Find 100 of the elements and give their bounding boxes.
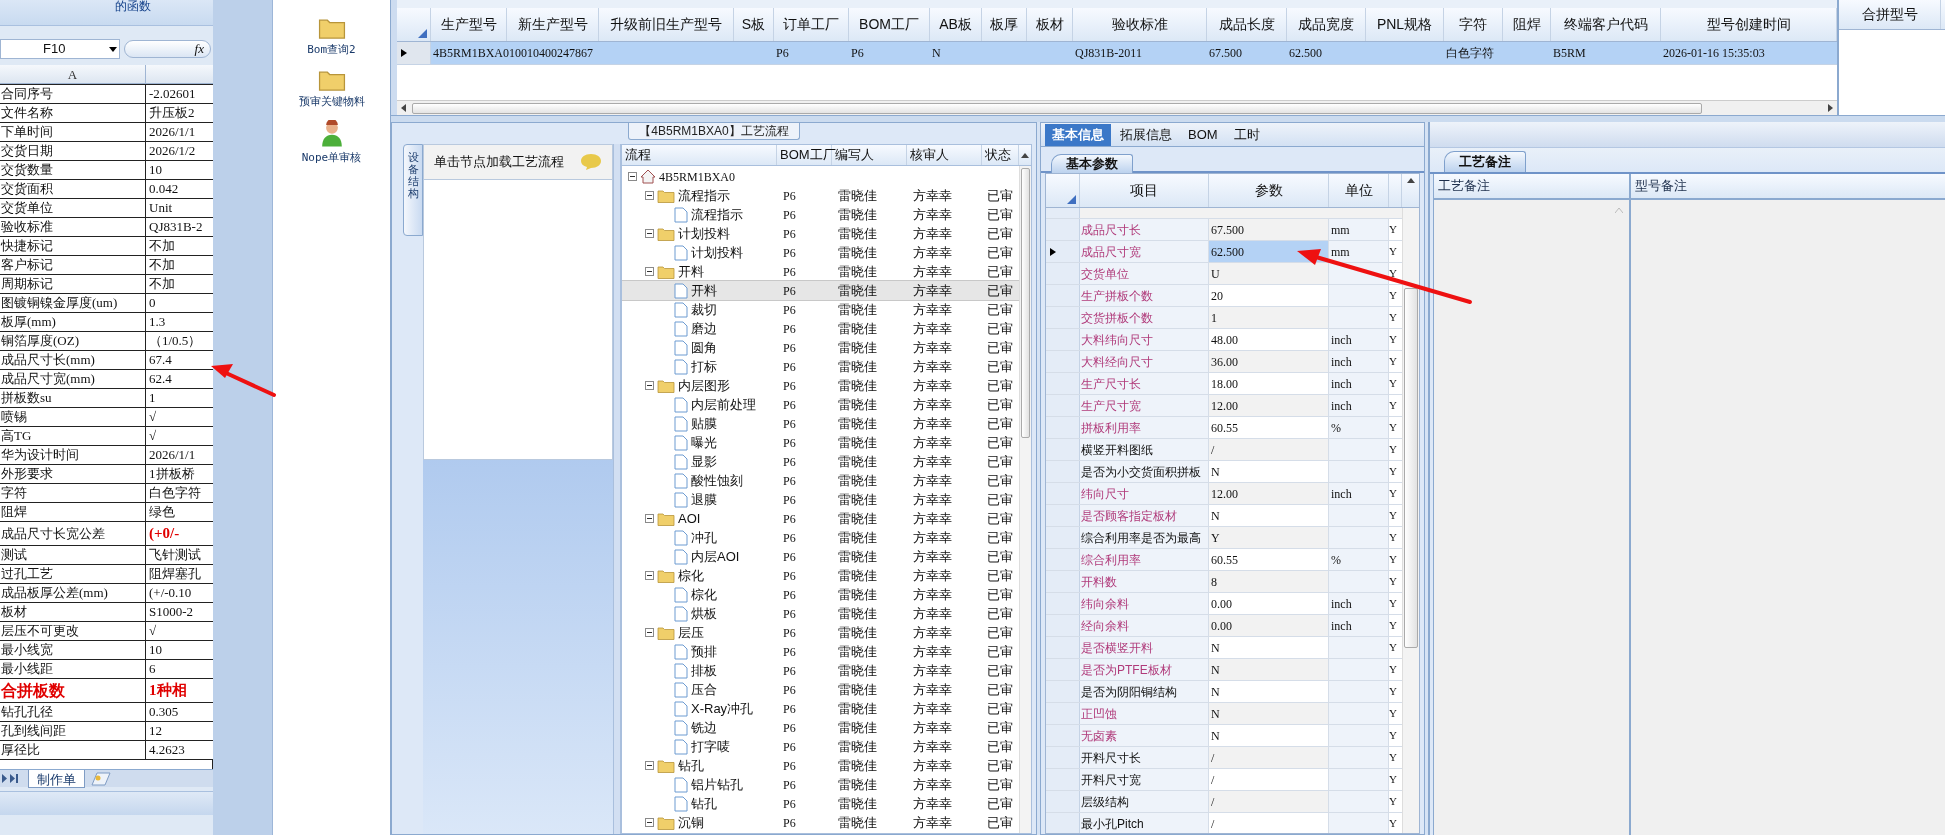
column-header[interactable]: 核审人 — [907, 145, 982, 165]
param-value-cell[interactable]: N — [1209, 681, 1329, 702]
param-row[interactable]: 开料尺寸宽 / Y — [1046, 769, 1402, 791]
param-value-cell[interactable]: 8 — [1209, 571, 1329, 592]
tab[interactable]: 基本信息 — [1045, 124, 1111, 146]
param-row[interactable]: 综合利用率是否为最高 Y Y — [1046, 527, 1402, 549]
side-tab[interactable]: 设备结构 — [403, 144, 423, 236]
param-value-cell[interactable]: 48.00 — [1209, 329, 1329, 350]
tree-row[interactable]: 钻孔 P6 雷晓佳 方幸幸 已审 — [622, 794, 1019, 813]
tree-row[interactable]: 计划投料 P6 雷晓佳 方幸幸 已审 — [622, 243, 1019, 262]
param-value-cell[interactable]: / — [1209, 747, 1329, 768]
tree-row[interactable]: 棕化 P6 雷晓佳 方幸幸 已审 — [622, 566, 1019, 585]
param-row[interactable]: 开料数 8 Y — [1046, 571, 1402, 593]
param-row[interactable]: 成品尺寸宽 62.500 mm Y — [1046, 241, 1402, 263]
tree-row[interactable]: 贴膜 P6 雷晓佳 方幸幸 已审 — [622, 414, 1019, 433]
param-row[interactable] — [1046, 208, 1402, 219]
param-row[interactable]: 成品尺寸长 67.500 mm Y — [1046, 219, 1402, 241]
param-value-cell[interactable]: N — [1209, 725, 1329, 746]
tree-row[interactable]: 铝片钻孔 P6 雷晓佳 方幸幸 已审 — [622, 775, 1019, 794]
tree-row[interactable]: 开料 P6 雷晓佳 方幸幸 已审 — [622, 262, 1019, 281]
param-value-cell[interactable]: 62.500 — [1209, 241, 1329, 262]
column-header[interactable]: 状态 — [982, 145, 1019, 165]
param-row[interactable]: 最小孔Pitch / Y — [1046, 813, 1402, 833]
tree-row[interactable]: 内层图形 P6 雷晓佳 方幸幸 已审 — [622, 376, 1019, 395]
param-row[interactable]: 纬向尺寸 12.00 inch Y — [1046, 483, 1402, 505]
param-row[interactable]: 生产拼板个数 20 Y — [1046, 285, 1402, 307]
param-row[interactable]: 横竖开料图纸 / Y — [1046, 439, 1402, 461]
param-value-cell[interactable]: N — [1209, 659, 1329, 680]
collapse-toggle[interactable] — [645, 229, 654, 238]
sheet-tab[interactable]: 制作单 — [28, 769, 85, 788]
new-sheet-icon[interactable] — [89, 771, 111, 786]
formula-button[interactable]: fx — [194, 42, 204, 56]
param-value-cell[interactable]: 67.500 — [1209, 219, 1329, 240]
param-value-cell[interactable]: 0.00 — [1209, 615, 1329, 636]
tab[interactable]: 拓展信息 — [1113, 124, 1179, 146]
param-value-cell[interactable]: / — [1209, 813, 1329, 833]
param-value-cell[interactable]: 20 — [1209, 285, 1329, 306]
tree-row[interactable]: 内层AOI P6 雷晓佳 方幸幸 已审 — [622, 547, 1019, 566]
tab[interactable]: BOM — [1181, 124, 1225, 146]
tree-row[interactable]: 计划投料 P6 雷晓佳 方幸幸 已审 — [622, 224, 1019, 243]
collapse-toggle[interactable] — [645, 628, 654, 637]
tree-row[interactable]: 圆角 P6 雷晓佳 方幸幸 已审 — [622, 338, 1019, 357]
scroll-up-icon[interactable] — [1406, 178, 1415, 183]
list-box[interactable] — [423, 180, 613, 460]
column-header[interactable]: 成品长度 — [1207, 8, 1287, 41]
column-header[interactable]: AB板 — [930, 8, 982, 41]
param-value-cell[interactable]: / — [1209, 791, 1329, 812]
column-header[interactable]: 型号备注 — [1631, 174, 1945, 198]
param-row[interactable]: 大料经向尺寸 36.00 inch Y — [1046, 351, 1402, 373]
param-value-cell[interactable]: 60.55 — [1209, 417, 1329, 438]
param-value-cell[interactable]: Y — [1209, 527, 1329, 548]
scrollbar-thumb[interactable] — [1404, 288, 1418, 648]
tree-row[interactable]: 裁切 P6 雷晓佳 方幸幸 已审 — [622, 300, 1019, 319]
param-value-cell[interactable]: 60.55 — [1209, 549, 1329, 570]
param-value-cell[interactable]: N — [1209, 637, 1329, 658]
tree-row[interactable]: 内层前处理 P6 雷晓佳 方幸幸 已审 — [622, 395, 1019, 414]
param-row[interactable]: 层级结构 / Y — [1046, 791, 1402, 813]
param-row[interactable]: 经向余料 0.00 inch Y — [1046, 615, 1402, 637]
table-row[interactable]: 4B5RM1BXA010010400247867 P6 P6 N QJ831B-2011 67.500 62.500 白色字符 B5RM 2026-01-16 15:35:03 — [397, 42, 1837, 65]
tree-row[interactable]: 排板 P6 雷晓佳 方幸幸 已审 — [622, 661, 1019, 680]
tree-row[interactable]: 开料 P6 雷晓佳 方幸幸 已审 — [622, 281, 1019, 300]
column-header[interactable]: 新生产型号 — [507, 8, 599, 41]
column-header[interactable]: 成品宽度 — [1287, 8, 1366, 41]
column-header[interactable]: 参数 — [1209, 174, 1329, 207]
column-header[interactable]: PNL规格 — [1366, 8, 1444, 41]
splitter[interactable] — [613, 144, 621, 834]
column-header[interactable]: 单位 — [1329, 174, 1389, 207]
tab[interactable]: 工艺备注 — [1444, 151, 1526, 172]
tree-row[interactable]: 4B5RM1BXA0 — [622, 167, 1019, 186]
param-row[interactable]: 正凹蚀 N Y — [1046, 703, 1402, 725]
column-header[interactable]: 板厚 — [982, 8, 1027, 41]
scroll-left-icon[interactable] — [401, 104, 406, 112]
tree-row[interactable]: AOI P6 雷晓佳 方幸幸 已审 — [622, 509, 1019, 528]
tree-row[interactable]: 钻孔 P6 雷晓佳 方幸幸 已审 — [622, 756, 1019, 775]
column-header[interactable]: 字符 — [1444, 8, 1503, 41]
tree-row[interactable]: 退膜 P6 雷晓佳 方幸幸 已审 — [622, 490, 1019, 509]
name-box[interactable]: F10 — [0, 39, 120, 59]
param-row[interactable]: 是否为PTFE板材 N Y — [1046, 659, 1402, 681]
shortcut-item[interactable]: Nope单审核 — [301, 120, 362, 166]
tree-row[interactable]: 酸性蚀刻 P6 雷晓佳 方幸幸 已审 — [622, 471, 1019, 490]
param-row[interactable]: 是否为阴阳铜结构 N Y — [1046, 681, 1402, 703]
tree-row[interactable]: 沉铜 P6 雷晓佳 方幸幸 已审 — [622, 813, 1019, 832]
column-header[interactable]: 型号创建时间 — [1661, 8, 1837, 41]
ribbon-label[interactable]: 的函数 — [115, 0, 151, 12]
param-row[interactable]: 综合利用率 60.55 % Y — [1046, 549, 1402, 571]
column-header[interactable]: 生产型号 — [431, 8, 507, 41]
column-header[interactable]: 流程 — [622, 145, 777, 165]
column-header[interactable]: 工艺备注 — [1434, 174, 1631, 198]
param-value-cell[interactable]: / — [1209, 439, 1329, 460]
subtab[interactable]: 基本参数 — [1051, 154, 1133, 173]
shortcut-item[interactable]: 预审关键物料 — [298, 68, 365, 114]
param-value-cell[interactable]: 0.00 — [1209, 593, 1329, 614]
column-header[interactable]: 阻焊 — [1503, 8, 1551, 41]
tree-row[interactable]: 层压 P6 雷晓佳 方幸幸 已审 — [622, 623, 1019, 642]
collapse-toggle[interactable] — [645, 381, 654, 390]
param-row[interactable]: 是否为小交货面积拼板 N Y — [1046, 461, 1402, 483]
param-value-cell[interactable]: 12.00 — [1209, 395, 1329, 416]
tree-row[interactable]: 铣边 P6 雷晓佳 方幸幸 已审 — [622, 718, 1019, 737]
tree-row[interactable]: 打字唛 P6 雷晓佳 方幸幸 已审 — [622, 737, 1019, 756]
param-value-cell[interactable]: 36.00 — [1209, 351, 1329, 372]
